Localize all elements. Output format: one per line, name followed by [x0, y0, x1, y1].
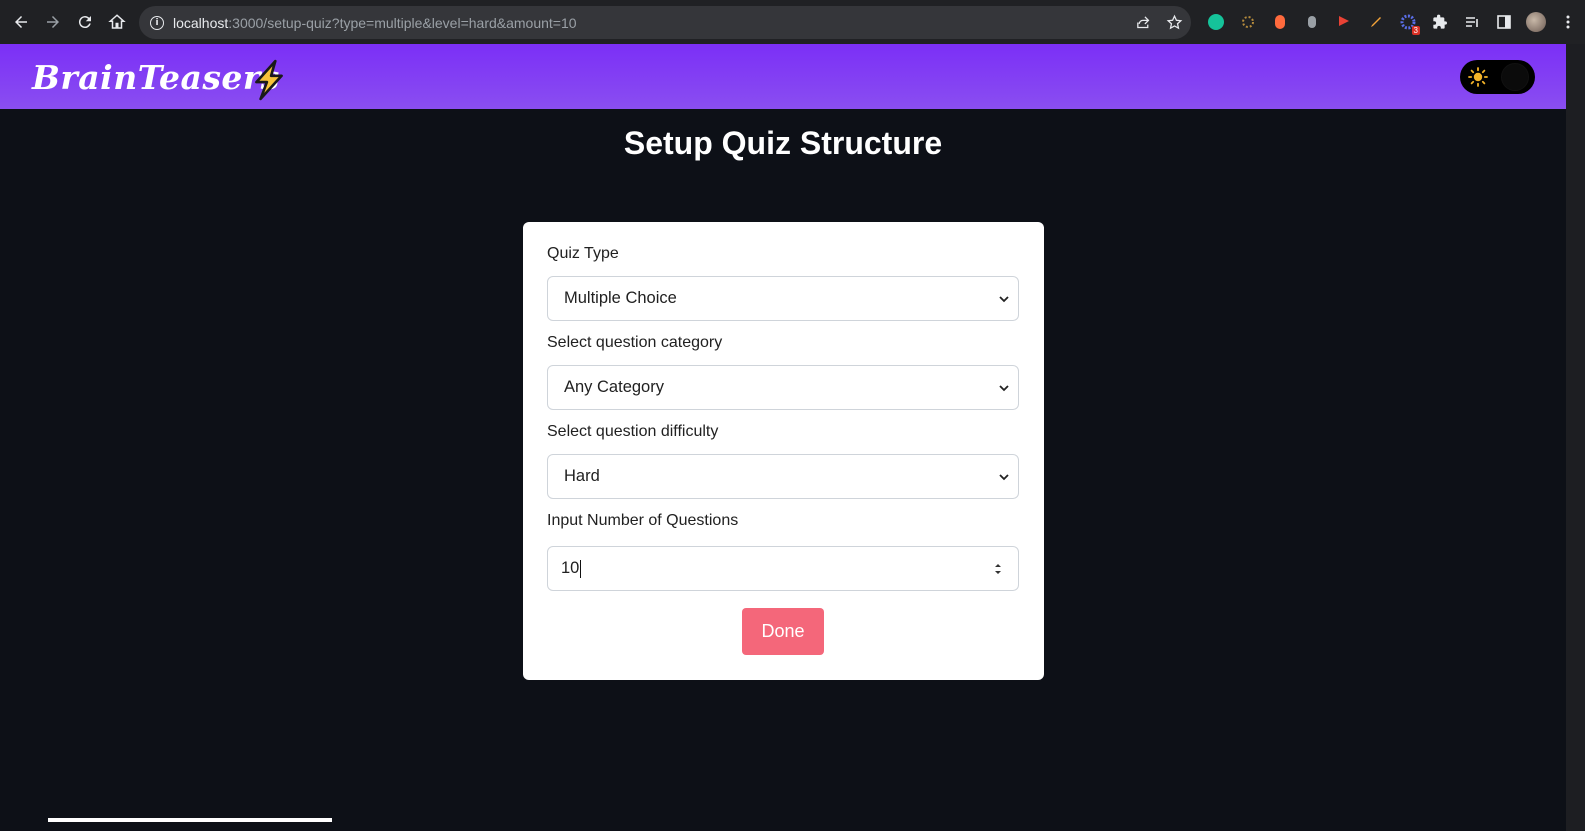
address-bar[interactable]: i localhost:3000/setup-quiz?type=multipl…	[139, 6, 1191, 39]
bottom-indicator	[48, 818, 332, 822]
quiz-type-value: Multiple Choice	[564, 289, 677, 307]
reading-list-icon	[1466, 17, 1478, 27]
extension-badge: 3	[1411, 26, 1420, 35]
forward-button[interactable]	[37, 6, 69, 38]
arrow-left-icon	[15, 16, 27, 28]
quiz-type-select[interactable]: Multiple Choice	[547, 276, 1019, 321]
page-title: Setup Quiz Structure	[623, 125, 943, 161]
flag-icon	[1339, 16, 1349, 28]
amount-value: 10	[561, 559, 580, 577]
toggle-knob	[1501, 63, 1529, 91]
share-icon[interactable]	[1135, 14, 1152, 31]
difficulty-label: Select question difficulty	[547, 423, 719, 440]
reload-icon	[78, 16, 91, 29]
puzzle-icon	[1433, 14, 1447, 29]
extension-5[interactable]	[1328, 6, 1360, 38]
side-panel-icon	[1497, 15, 1511, 29]
extension-2[interactable]	[1232, 6, 1264, 38]
pill-icon	[1308, 16, 1316, 28]
category-select[interactable]: Any Category	[547, 365, 1019, 410]
bug-icon	[1242, 16, 1254, 28]
extension-6[interactable]	[1360, 6, 1392, 38]
more-vert-icon	[1566, 15, 1570, 29]
quiz-type-label: Quiz Type	[547, 245, 619, 262]
chevron-down-icon	[999, 296, 1009, 303]
category-value: Any Category	[564, 378, 664, 396]
theme-toggle[interactable]	[1460, 60, 1535, 94]
back-button[interactable]	[5, 6, 37, 38]
chevron-down-icon	[999, 474, 1009, 481]
url-path: :3000/setup-quiz?type=multiple&level=har…	[228, 14, 577, 31]
browser-toolbar: i localhost:3000/setup-quiz?type=multipl…	[0, 0, 1585, 44]
done-button[interactable]: Done	[742, 608, 824, 655]
url-text: localhost:3000/setup-quiz?type=multiple&…	[173, 15, 577, 31]
avatar	[1526, 12, 1546, 32]
pen-icon	[1371, 17, 1381, 27]
brand-logo[interactable]: BrainTeasers	[32, 58, 280, 97]
amount-label: Input Number of Questions	[547, 512, 739, 529]
grammarly-icon	[1208, 14, 1224, 30]
side-panel-button[interactable]	[1488, 6, 1520, 38]
difficulty-select[interactable]: Hard	[547, 454, 1019, 499]
text-caret	[580, 559, 582, 578]
scrollbar-track[interactable]	[1566, 44, 1585, 831]
extension-7[interactable]: 3	[1392, 6, 1424, 38]
extension-4[interactable]	[1296, 6, 1328, 38]
url-host: localhost	[173, 14, 229, 31]
reading-list-button[interactable]	[1456, 6, 1488, 38]
site-info-icon[interactable]: i	[150, 15, 164, 30]
arrow-right-icon	[47, 16, 59, 28]
home-button[interactable]	[101, 6, 133, 38]
extension-3[interactable]	[1264, 6, 1296, 38]
quiz-setup-form: Quiz Type Multiple Choice Select questio…	[523, 222, 1044, 680]
sun-icon	[1468, 67, 1488, 87]
lightning-bolt-icon	[255, 59, 283, 101]
home-icon	[108, 14, 126, 29]
capsule-icon	[1275, 15, 1285, 29]
difficulty-value: Hard	[564, 467, 600, 485]
reload-button[interactable]	[69, 6, 101, 38]
category-label: Select question category	[547, 334, 723, 351]
profile-button[interactable]	[1520, 6, 1552, 38]
bookmark-star-icon[interactable]	[1166, 14, 1183, 31]
chevron-down-icon	[999, 385, 1009, 392]
extensions-area: 3	[1200, 0, 1584, 44]
amount-input[interactable]: 10	[547, 546, 1019, 591]
chrome-menu-button[interactable]	[1552, 6, 1584, 38]
grammarly-extension[interactable]	[1200, 6, 1232, 38]
app-header: BrainTeasers	[0, 44, 1566, 109]
number-spinner-icon[interactable]	[992, 560, 1004, 578]
extensions-menu-button[interactable]	[1424, 6, 1456, 38]
